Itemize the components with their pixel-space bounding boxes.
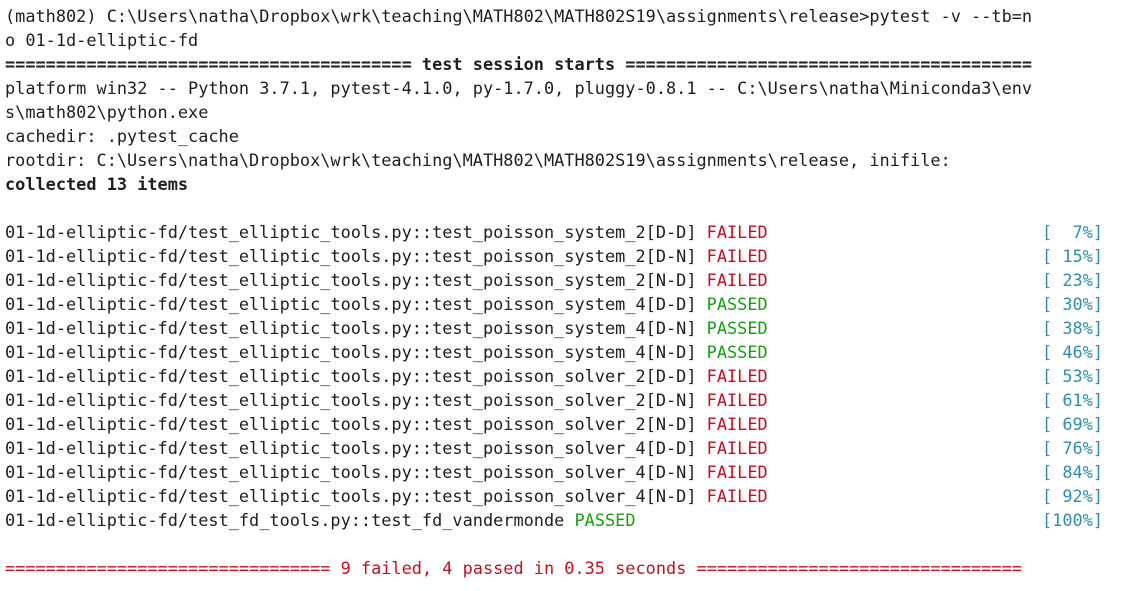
test-name: 01-1d-elliptic-fd/test_elliptic_tools.py… (5, 390, 697, 410)
test-name: 01-1d-elliptic-fd/test_elliptic_tools.py… (5, 222, 697, 242)
cachedir-line: cachedir: .pytest_cache (5, 126, 239, 146)
test-progress: [ 61%] (1041, 390, 1103, 410)
test-progress: [ 15%] (1041, 246, 1103, 266)
test-name: 01-1d-elliptic-fd/test_elliptic_tools.py… (5, 342, 697, 362)
test-result-row: 01-1d-elliptic-fd/test_elliptic_tools.py… (5, 340, 1121, 364)
test-name: 01-1d-elliptic-fd/test_elliptic_tools.py… (5, 270, 697, 290)
test-status: PASSED (706, 294, 768, 314)
test-result-row: 01-1d-elliptic-fd/test_elliptic_tools.py… (5, 484, 1121, 508)
session-banner: ========================================… (5, 54, 1033, 74)
test-progress: [100%] (1041, 510, 1103, 530)
test-result-row: 01-1d-elliptic-fd/test_elliptic_tools.py… (5, 460, 1121, 484)
platform-line-1: platform win32 -- Python 3.7.1, pytest-4… (5, 78, 1033, 98)
test-status: FAILED (706, 390, 768, 410)
test-result-row: 01-1d-elliptic-fd/test_elliptic_tools.py… (5, 268, 1121, 292)
test-progress: [ 76%] (1041, 438, 1103, 458)
test-status: FAILED (706, 366, 768, 386)
test-status: FAILED (706, 438, 768, 458)
summary-line: ================================ 9 faile… (5, 558, 1022, 578)
test-progress: [ 69%] (1041, 414, 1103, 434)
test-progress: [ 30%] (1041, 294, 1103, 314)
test-status: FAILED (706, 222, 768, 242)
test-results-list: 01-1d-elliptic-fd/test_elliptic_tools.py… (5, 220, 1121, 532)
test-result-row: 01-1d-elliptic-fd/test_elliptic_tools.py… (5, 220, 1121, 244)
test-progress: [ 38%] (1041, 318, 1103, 338)
test-status: PASSED (706, 342, 768, 362)
test-status: FAILED (706, 462, 768, 482)
test-result-row: 01-1d-elliptic-fd/test_elliptic_tools.py… (5, 316, 1121, 340)
test-progress: [ 84%] (1041, 462, 1103, 482)
test-status: PASSED (706, 318, 768, 338)
test-progress: [ 23%] (1041, 270, 1103, 290)
test-result-row: 01-1d-elliptic-fd/test_fd_tools.py::test… (5, 508, 1121, 532)
rootdir-line: rootdir: C:\Users\natha\Dropbox\wrk\teac… (5, 150, 951, 170)
test-result-row: 01-1d-elliptic-fd/test_elliptic_tools.py… (5, 244, 1121, 268)
test-status: FAILED (706, 486, 768, 506)
test-name: 01-1d-elliptic-fd/test_elliptic_tools.py… (5, 414, 697, 434)
terminal-window[interactable]: (math802) C:\Users\natha\Dropbox\wrk\tea… (0, 0, 1121, 591)
test-name: 01-1d-elliptic-fd/test_fd_tools.py::test… (5, 510, 565, 530)
test-name: 01-1d-elliptic-fd/test_elliptic_tools.py… (5, 294, 697, 314)
test-progress: [ 7%] (1041, 222, 1103, 242)
test-progress: [ 46%] (1041, 342, 1103, 362)
collected-line: collected 13 items (5, 174, 189, 194)
test-progress: [ 92%] (1041, 486, 1103, 506)
command-line-1: (math802) C:\Users\natha\Dropbox\wrk\tea… (5, 6, 1033, 26)
test-status: FAILED (706, 246, 768, 266)
test-result-row: 01-1d-elliptic-fd/test_elliptic_tools.py… (5, 292, 1121, 316)
test-progress: [ 53%] (1041, 366, 1103, 386)
test-name: 01-1d-elliptic-fd/test_elliptic_tools.py… (5, 438, 697, 458)
test-result-row: 01-1d-elliptic-fd/test_elliptic_tools.py… (5, 436, 1121, 460)
test-result-row: 01-1d-elliptic-fd/test_elliptic_tools.py… (5, 388, 1121, 412)
test-name: 01-1d-elliptic-fd/test_elliptic_tools.py… (5, 318, 697, 338)
test-name: 01-1d-elliptic-fd/test_elliptic_tools.py… (5, 462, 697, 482)
platform-line-2: s\math802\python.exe (5, 102, 209, 122)
test-status: FAILED (706, 414, 768, 434)
test-name: 01-1d-elliptic-fd/test_elliptic_tools.py… (5, 366, 697, 386)
test-status: FAILED (706, 270, 768, 290)
test-status: PASSED (574, 510, 636, 530)
test-name: 01-1d-elliptic-fd/test_elliptic_tools.py… (5, 246, 697, 266)
command-line-2: o 01-1d-elliptic-fd (5, 30, 199, 50)
test-name: 01-1d-elliptic-fd/test_elliptic_tools.py… (5, 486, 697, 506)
test-result-row: 01-1d-elliptic-fd/test_elliptic_tools.py… (5, 364, 1121, 388)
test-result-row: 01-1d-elliptic-fd/test_elliptic_tools.py… (5, 412, 1121, 436)
